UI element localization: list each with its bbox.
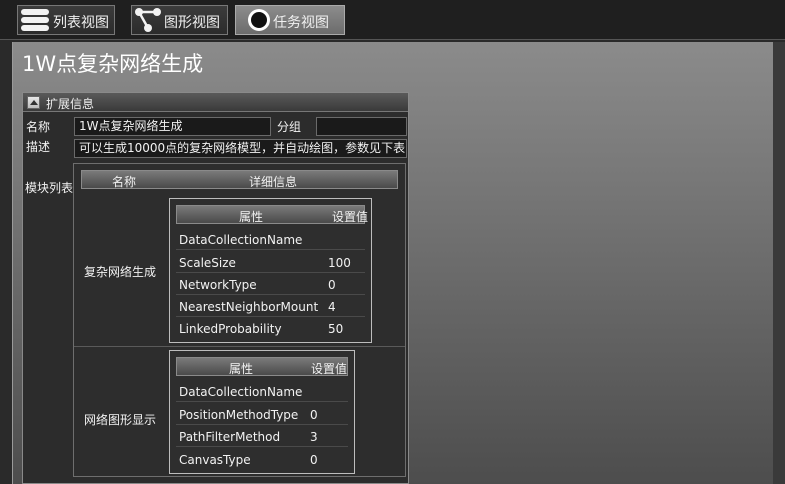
name-field[interactable]: 1W点复杂网络生成 — [74, 117, 271, 136]
property-key: PathFilterMethod — [179, 430, 281, 444]
column-header-detail: 详细信息 — [249, 175, 298, 189]
description-label: 描述 — [26, 140, 51, 154]
property-key: CanvasType — [179, 453, 251, 467]
property-value: 0 — [310, 408, 318, 422]
task-view-button[interactable]: 任务视图 — [235, 5, 345, 35]
property-row[interactable]: DataCollectionName — [176, 230, 365, 250]
expander-title: 扩展信息 — [46, 97, 95, 111]
module-name: 网络图形显示 — [84, 413, 157, 427]
name-label: 名称 — [26, 120, 51, 134]
module-row-divider — [74, 346, 405, 347]
property-key: ScaleSize — [179, 256, 236, 270]
property-row[interactable]: CanvasType 0 — [176, 450, 348, 470]
property-table-header: 属性 设置值 — [176, 357, 348, 376]
module-property-table: 属性 设置值 DataCollectionName PositionMethod… — [169, 350, 355, 474]
view-toolbar: 列表视图 图形视图 任务视图 — [0, 0, 785, 40]
property-value: 50 — [328, 322, 344, 336]
property-row[interactable]: PositionMethodType 0 — [176, 405, 348, 425]
property-row[interactable]: LinkedProbability 50 — [176, 319, 365, 339]
expander-header[interactable]: 扩展信息 — [23, 93, 408, 112]
property-row[interactable]: NetworkType 0 — [176, 275, 365, 295]
module-property-table: 属性 设置值 DataCollectionName ScaleSize 100 … — [169, 198, 372, 343]
list-icon — [21, 9, 49, 31]
extended-info-expander: 扩展信息 名称 1W点复杂网络生成 分组 描述 可以生成10000点的复杂网络模… — [22, 92, 409, 484]
property-row[interactable]: PathFilterMethod 3 — [176, 427, 348, 447]
task-panel: 1W点复杂网络生成 扩展信息 名称 1W点复杂网络生成 分组 描述 可以生成10… — [12, 42, 785, 484]
page-title: 1W点复杂网络生成 — [22, 52, 204, 76]
description-field[interactable]: 可以生成10000点的复杂网络模型，并自动绘图，参数见下表 — [74, 139, 407, 158]
graph-view-button[interactable]: 图形视图 — [131, 5, 228, 35]
property-key: DataCollectionName — [179, 385, 303, 399]
module-name: 复杂网络生成 — [84, 265, 157, 279]
property-key: NetworkType — [179, 278, 257, 292]
property-row[interactable]: DataCollectionName — [176, 382, 348, 402]
value-header: 设置值 — [311, 362, 348, 376]
group-label: 分组 — [277, 120, 302, 134]
property-value: 0 — [310, 453, 318, 467]
property-value: 100 — [328, 256, 351, 270]
module-list-label: 模块列表 — [25, 181, 74, 195]
property-key: DataCollectionName — [179, 233, 303, 247]
property-row[interactable]: ScaleSize 100 — [176, 253, 365, 273]
column-header-name: 名称 — [112, 175, 137, 189]
property-key: NearestNeighborMount — [179, 300, 319, 314]
list-view-label: 列表视图 — [53, 15, 109, 31]
circle-icon — [248, 9, 270, 31]
group-field[interactable] — [316, 117, 407, 136]
property-value: 3 — [310, 430, 318, 444]
property-value: 0 — [328, 278, 336, 292]
property-header: 属性 — [229, 362, 254, 376]
module-list-header: 名称 详细信息 — [81, 170, 398, 189]
property-row[interactable]: NearestNeighborMount 4 — [176, 297, 365, 317]
task-view-label: 任务视图 — [273, 15, 329, 31]
property-key: LinkedProbability — [179, 322, 282, 336]
list-view-button[interactable]: 列表视图 — [17, 5, 115, 35]
graph-view-label: 图形视图 — [164, 15, 220, 31]
vertical-scrollbar[interactable] — [773, 42, 785, 484]
collapse-toggle-icon[interactable] — [27, 96, 40, 109]
property-key: PositionMethodType — [179, 408, 299, 422]
property-header: 属性 — [239, 210, 264, 224]
property-value: 4 — [328, 300, 336, 314]
property-table-header: 属性 设置值 — [176, 205, 369, 224]
module-list-grid: 名称 详细信息 复杂网络生成 属性 设置值 DataCollectionName… — [73, 163, 406, 477]
graph-icon — [135, 8, 161, 32]
value-header: 设置值 — [332, 210, 369, 224]
